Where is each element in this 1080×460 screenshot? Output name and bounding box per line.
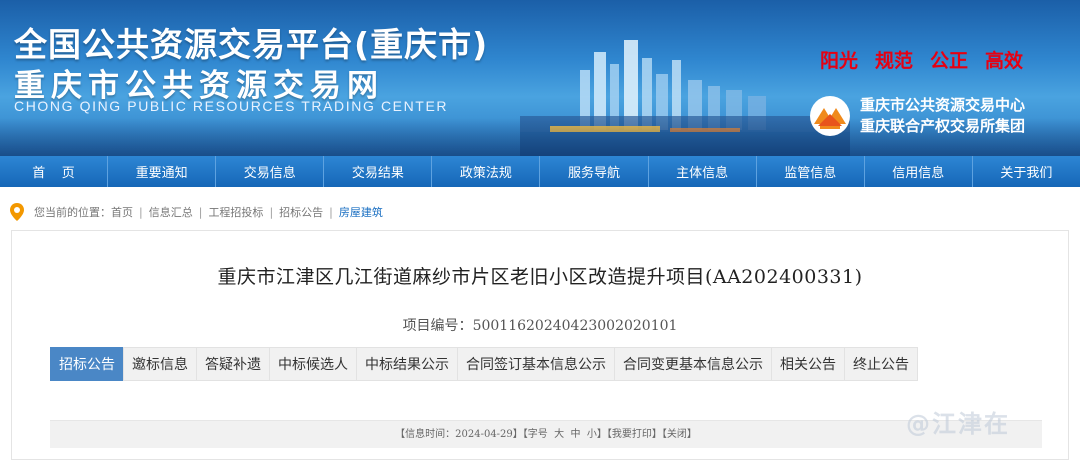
- organization-name: 重庆联合产权交易所集团: [860, 117, 1026, 135]
- nav-item-entity-info[interactable]: 主体信息: [649, 156, 757, 187]
- info-bar: 【信息时间：2024-04-29】【字号 大 中 小】【我要打印】【关闭】: [50, 420, 1042, 448]
- nav-item-policies[interactable]: 政策法规: [432, 156, 541, 187]
- breadcrumb-item-home[interactable]: 首页: [111, 204, 133, 220]
- organization-logo-icon: [810, 96, 850, 136]
- tab-related-notices[interactable]: 相关公告: [771, 347, 845, 381]
- font-size-control[interactable]: 【字号 大 中 小】: [523, 429, 607, 440]
- nav-item-credit[interactable]: 信用信息: [865, 156, 973, 187]
- nav-item-trade-info[interactable]: 交易信息: [216, 156, 325, 187]
- tab-contract-signing[interactable]: 合同签订基本信息公示: [457, 347, 615, 381]
- slogan-word: 阳光: [820, 50, 859, 72]
- nav-item-notices[interactable]: 重要通知: [108, 156, 217, 187]
- info-time: 【信息时间：2024-04-29】: [395, 429, 523, 440]
- breadcrumb-item-summary[interactable]: 信息汇总: [149, 204, 193, 220]
- organization-name: 重庆市公共资源交易中心: [860, 96, 1026, 114]
- project-title: 重庆市江津区几江街道麻纱市片区老旧小区改造提升项目(AA202400331): [217, 266, 863, 288]
- project-code-value: 500116202404230020201​01: [472, 318, 678, 334]
- project-code-label: 项目编号：: [402, 318, 473, 334]
- tab-tender-notice[interactable]: 招标公告: [50, 347, 124, 381]
- platform-title: 全国公共资源交易平台(重庆市): [14, 25, 489, 64]
- breadcrumb-item-current[interactable]: 房屋建筑: [339, 204, 383, 220]
- watermark: @江津在: [906, 410, 1010, 438]
- print-button[interactable]: 【我要打印】: [607, 429, 662, 440]
- tab-winning-candidates[interactable]: 中标候选人: [269, 347, 357, 381]
- site-header-banner: 全国公共资源交易平台(重庆市) 重庆市公共资源交易网 CHONG QING PU…: [0, 0, 1080, 156]
- nav-item-service-guide[interactable]: 服务导航: [540, 156, 649, 187]
- tab-winning-result[interactable]: 中标结果公示: [356, 347, 458, 381]
- breadcrumb: 您当前的位置： 首页 | 信息汇总 | 工程招投标 | 招标公告 | 房屋建筑: [0, 196, 1080, 228]
- close-button[interactable]: 【关闭】: [662, 429, 697, 440]
- breadcrumb-item-tender-notice[interactable]: 招标公告: [279, 204, 323, 220]
- tab-qa-addendum[interactable]: 答疑补遗: [196, 347, 270, 381]
- nav-item-home[interactable]: 首 页: [0, 156, 109, 187]
- slogan-group: 阳光 规范 公正 高效: [820, 46, 1023, 73]
- breadcrumb-prefix: 您当前的位置：: [34, 206, 111, 219]
- main-navigation: 首 页 重要通知 交易信息 交易结果 政策法规 服务导航 主体信息 监管信息 信…: [0, 156, 1080, 187]
- slogan-word: 高效: [985, 50, 1024, 72]
- breadcrumb-item-engineering[interactable]: 工程招投标: [208, 204, 263, 220]
- tab-termination-notice[interactable]: 终止公告: [844, 347, 918, 381]
- breadcrumb-separator: |: [269, 205, 274, 219]
- tab-invitation-info[interactable]: 邀标信息: [123, 347, 197, 381]
- breadcrumb-separator: |: [198, 205, 203, 219]
- location-pin-icon: [10, 203, 24, 221]
- nav-item-about-us[interactable]: 关于我们: [973, 156, 1080, 187]
- nav-item-trade-results[interactable]: 交易结果: [324, 156, 433, 187]
- slogan-word: 公正: [930, 50, 969, 72]
- breadcrumb-separator: |: [329, 205, 333, 219]
- slogan-word: 规范: [875, 50, 914, 72]
- breadcrumb-separator: |: [139, 205, 143, 219]
- notice-tabs: 招标公告 邀标信息 答疑补遗 中标候选人 中标结果公示 合同签订基本信息公示 合…: [50, 347, 918, 381]
- tab-contract-change[interactable]: 合同变更基本信息公示: [614, 347, 772, 381]
- project-code: 项目编号：500116202404230020201​01: [0, 315, 1080, 335]
- nav-item-supervision[interactable]: 监管信息: [757, 156, 865, 187]
- organization-block: 重庆市公共资源交易中心 重庆联合产权交易所集团: [808, 94, 1025, 138]
- site-title-english: CHONG QING PUBLIC RESOURCES TRADING CENT…: [14, 98, 449, 114]
